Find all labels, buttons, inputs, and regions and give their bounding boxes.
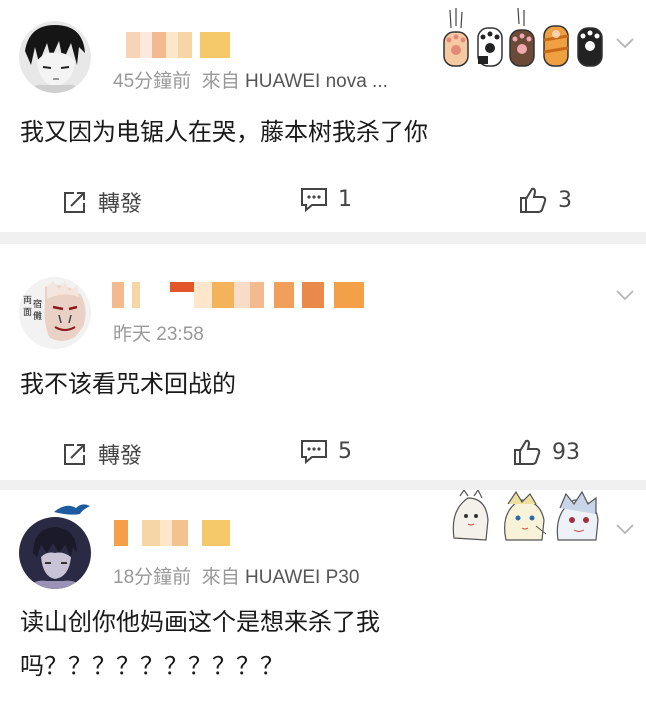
post-time: 18分鐘前 (113, 567, 192, 588)
like-icon (514, 439, 541, 465)
post-text: 我又因为电锯人在哭，藤本树我杀了你 (20, 118, 428, 146)
username-blurred[interactable] (126, 32, 230, 58)
username-blurred[interactable] (112, 282, 364, 308)
post-2: 両面宿儺 昨天 23:58 我不该看咒术回战的 轉發 5 93 (0, 244, 646, 480)
like-count: 3 (558, 187, 572, 213)
anime-sticker (446, 488, 614, 548)
post-text: 我不该看咒术回战的 (20, 370, 236, 398)
comment-button[interactable]: 1 (300, 186, 352, 212)
like-icon (520, 187, 547, 213)
post-meta: 昨天 23:58 (113, 319, 204, 346)
svg-text:両: 両 (23, 295, 32, 306)
source-device: HUAWEI P30 (245, 567, 360, 588)
bird-icon (54, 504, 90, 515)
repost-button[interactable]: 轉發 (62, 186, 142, 218)
post-3: 18分鐘前 來自 HUAWEI P30 读山创你他妈画这个是想来杀了我 吗？？？… (0, 488, 646, 708)
like-button[interactable]: 3 (518, 186, 572, 214)
repost-label: 轉發 (98, 192, 143, 217)
svg-text:儺: 儺 (33, 310, 42, 322)
avatar[interactable]: 両面宿儺 (19, 277, 91, 349)
cat-paw-sticker (438, 6, 610, 74)
comment-count: 5 (338, 438, 352, 464)
svg-text:宿: 宿 (33, 298, 42, 310)
post-time: 昨天 23:58 (113, 324, 204, 345)
source-device: HUAWEI nova ... (245, 71, 388, 92)
repost-button[interactable]: 轉發 (62, 438, 142, 470)
username-blurred[interactable] (114, 520, 230, 546)
comment-icon (301, 440, 327, 464)
post-text-line-1: 读山创你他妈画这个是想来杀了我 (20, 608, 380, 636)
chevron-down-icon[interactable] (614, 518, 636, 540)
repost-label: 轉發 (98, 444, 143, 469)
chevron-down-icon[interactable] (614, 32, 636, 54)
avatar[interactable] (19, 21, 91, 93)
chevron-down-icon[interactable] (614, 284, 636, 306)
comment-button[interactable]: 5 (300, 438, 352, 464)
post-meta: 45分鐘前 來自 HUAWEI nova ... (113, 66, 388, 93)
post-separator (0, 232, 646, 244)
post-text: 读山创你他妈画这个是想来杀了我 吗？？？？？？？？？？ (20, 600, 380, 688)
svg-text:面: 面 (23, 307, 32, 318)
comment-icon (301, 188, 327, 212)
repost-icon (64, 444, 85, 465)
post-1: 45分鐘前 來自 HUAWEI nova ... 我又因为电锯人在哭，藤本树我杀… (0, 0, 646, 232)
like-count: 93 (552, 439, 580, 465)
repost-icon (64, 192, 85, 213)
like-button[interactable]: 93 (512, 438, 580, 466)
avatar[interactable] (19, 517, 91, 589)
post-separator (0, 480, 646, 490)
comment-count: 1 (338, 186, 352, 212)
source-prefix: 來自 (201, 71, 240, 92)
post-text-line-2: 吗？？？？？？？？？？ (20, 652, 284, 680)
source-prefix: 來自 (201, 567, 240, 588)
post-time: 45分鐘前 (113, 71, 192, 92)
post-meta: 18分鐘前 來自 HUAWEI P30 (113, 562, 359, 589)
